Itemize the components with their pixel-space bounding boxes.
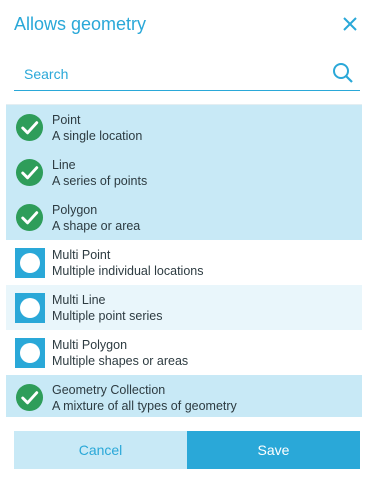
- close-button[interactable]: [341, 15, 359, 33]
- checkbox-dot: [20, 343, 40, 363]
- item-description: Multiple individual locations: [52, 264, 204, 278]
- save-button[interactable]: Save: [187, 431, 360, 469]
- item-label: Multi Line: [52, 293, 106, 307]
- checkbox-dot: [20, 298, 40, 318]
- check-circle-icon: [15, 113, 44, 142]
- empty-checkbox-icon: [15, 338, 45, 368]
- list-item[interactable]: Polygon A shape or area: [6, 195, 362, 240]
- list-item[interactable]: Multi Polygon Multiple shapes or areas: [6, 330, 362, 375]
- search-icon[interactable]: [332, 62, 354, 84]
- item-description: A shape or area: [52, 219, 141, 233]
- empty-checkbox-icon: [15, 293, 45, 323]
- geometry-list: Point A single location Line A series of po…: [6, 104, 362, 417]
- cancel-button[interactable]: Cancel: [14, 431, 187, 469]
- item-label: Multi Point: [52, 248, 111, 262]
- item-label: Line: [52, 158, 76, 172]
- check-circle-icon: [15, 203, 44, 232]
- item-label: Geometry Collection: [52, 383, 166, 397]
- checkbox-dot: [20, 253, 40, 273]
- geometry-dialog: Allows geometry Point A single location Li…: [0, 0, 375, 484]
- item-label: Polygon: [52, 203, 98, 217]
- close-icon: [343, 17, 357, 31]
- search-bar: [14, 58, 360, 91]
- check-circle-icon: [15, 158, 44, 187]
- list-item[interactable]: Geometry Collection A mixture of all type…: [6, 375, 362, 417]
- item-label: Point: [52, 113, 81, 127]
- item-description: Multiple shapes or areas: [52, 354, 189, 368]
- list-item[interactable]: Multi Point Multiple individual locations: [6, 240, 362, 285]
- dialog-footer: Cancel Save: [14, 431, 360, 469]
- item-description: A mixture of all types of geometry: [52, 399, 237, 413]
- item-label: Multi Polygon: [52, 338, 128, 352]
- list-item[interactable]: Multi Line Multiple point series: [6, 285, 362, 330]
- check-circle-icon: [15, 383, 44, 412]
- list-item[interactable]: Point A single location: [6, 105, 362, 150]
- item-description: A series of points: [52, 174, 148, 188]
- item-description: Multiple point series: [52, 309, 163, 323]
- dialog-title: Allows geometry: [14, 14, 147, 34]
- search-input[interactable]: [22, 62, 326, 86]
- item-description: A single location: [52, 129, 143, 143]
- empty-checkbox-icon: [15, 248, 45, 278]
- list-item[interactable]: Line A series of points: [6, 150, 362, 195]
